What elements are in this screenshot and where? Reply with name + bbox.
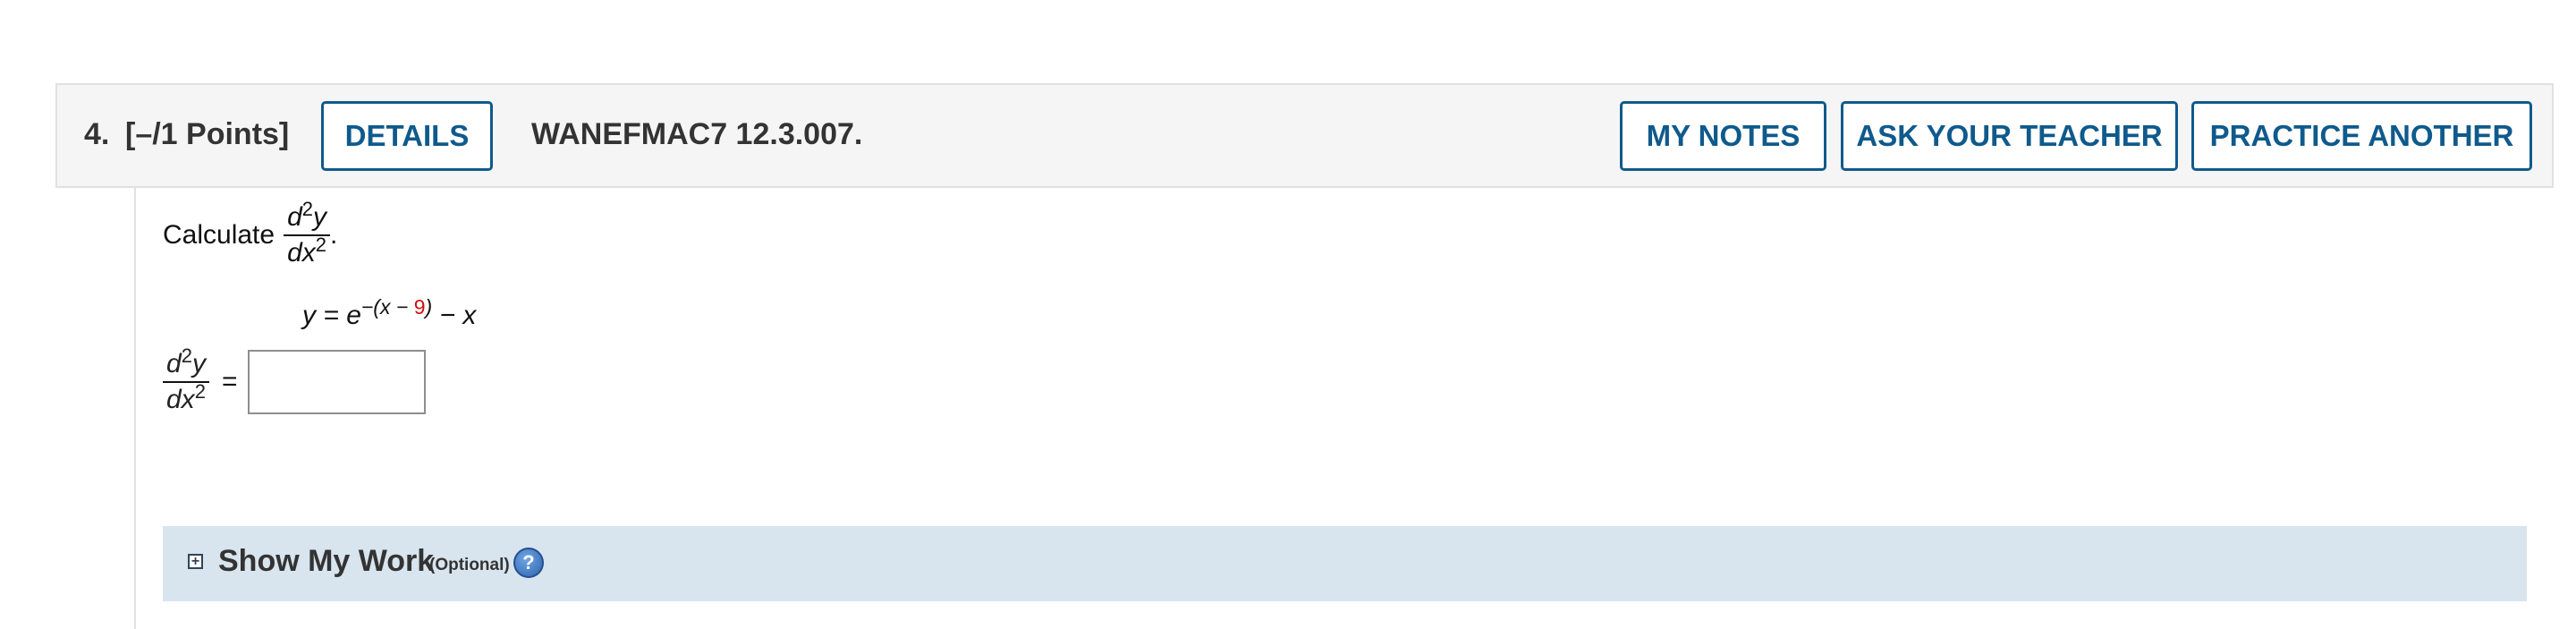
details-button[interactable]: DETAILS: [321, 101, 493, 171]
question-number: 4.: [84, 117, 110, 151]
equation-lhs: y = e: [302, 301, 361, 330]
show-my-work-title[interactable]: Show My Work: [218, 544, 434, 579]
question-points: [–/1 Points]: [125, 117, 290, 151]
fraction-numerator: d2y: [284, 200, 331, 236]
answer-line: d2y dx2 =: [163, 346, 427, 415]
help-icon[interactable]: ?: [513, 548, 544, 578]
prompt-period: .: [330, 220, 338, 250]
exponent-constant: 9: [413, 295, 426, 319]
answer-derivative-fraction: d2y dx2: [163, 346, 209, 415]
prompt-line: Calculate d2y dx2 .: [163, 200, 338, 268]
equation-rhs: − x: [432, 301, 477, 330]
optional-label: (Optional): [429, 556, 510, 574]
function-equation: y = e−(x − 9) − x: [302, 297, 477, 331]
expand-plus-icon[interactable]: +: [188, 554, 203, 569]
answer-input[interactable]: [248, 350, 427, 414]
equals-sign: =: [221, 367, 238, 396]
equation-exponent: −(x − 9): [360, 295, 433, 319]
question-header-bar: 4. [–/1 Points] DETAILS WANEFMAC7 12.3.0…: [55, 83, 2554, 188]
show-my-work-panel[interactable]: + Show My Work (Optional) ?: [163, 526, 2527, 601]
answer-fraction-denominator: dx2: [166, 380, 206, 415]
calculate-label: Calculate: [163, 220, 275, 250]
ask-your-teacher-button[interactable]: ASK YOUR TEACHER: [1841, 101, 2178, 171]
question-body: Calculate d2y dx2 . y = e−(x − 9) − x d2…: [134, 188, 2555, 629]
fraction-denominator: dx2: [287, 234, 327, 268]
practice-another-button[interactable]: PRACTICE ANOTHER: [2191, 101, 2532, 171]
answer-fraction-numerator: d2y: [163, 346, 209, 383]
my-notes-button[interactable]: MY NOTES: [1620, 101, 1826, 171]
second-derivative-fraction: d2y dx2: [284, 200, 331, 268]
question-code: WANEFMAC7 12.3.007.: [531, 117, 863, 151]
